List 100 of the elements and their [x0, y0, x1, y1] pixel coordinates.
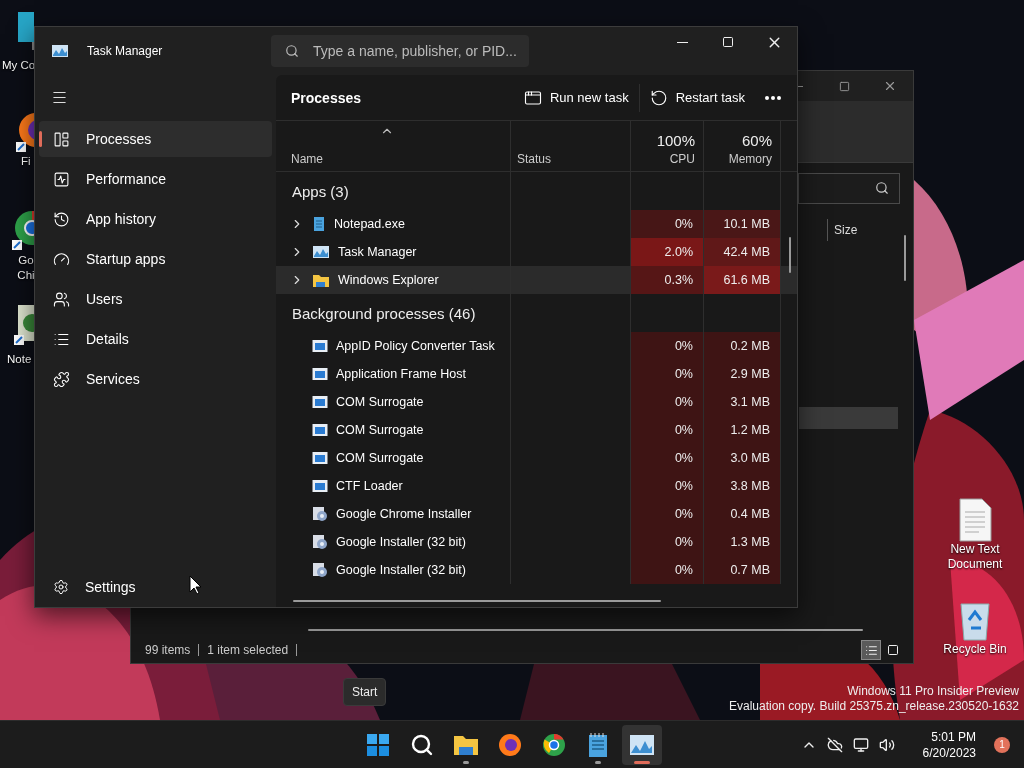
scrollbar-thumb[interactable] — [293, 600, 661, 602]
settings-item[interactable]: Settings — [39, 569, 272, 605]
status-text: 99 items — [145, 643, 191, 657]
nav-item[interactable]: Startup apps — [39, 241, 272, 277]
cpu-cell: 0% — [630, 500, 703, 528]
list-icon — [864, 643, 878, 657]
desktop-icon-label[interactable]: Note — [7, 352, 32, 367]
column-header[interactable]: Status — [517, 152, 552, 166]
process-row[interactable]: Google Installer (32 bit) 0% 1.3 MB — [276, 528, 797, 556]
column-header[interactable]: CPU — [669, 152, 695, 166]
process-name: Google Installer (32 bit) — [336, 563, 466, 577]
cpu-cell: 0% — [630, 444, 703, 472]
nav-item[interactable]: Details — [39, 321, 272, 357]
gauge-icon — [53, 250, 70, 268]
installer-icon — [312, 534, 328, 550]
process-row[interactable]: COM Surrogate 0% 1.2 MB — [276, 416, 797, 444]
volume-icon[interactable] — [878, 736, 895, 753]
document-icon — [957, 498, 993, 542]
page-title: Processes — [291, 89, 362, 106]
process-name: COM Surrogate — [336, 451, 424, 465]
windows-logo-icon — [366, 732, 390, 757]
run-task-button[interactable]: Run new task — [513, 82, 639, 113]
process-name: COM Surrogate — [336, 423, 424, 437]
process-row[interactable]: Windows Explorer 0.3% 61.6 MB — [276, 266, 797, 294]
square-icon — [887, 644, 899, 656]
nav-item[interactable]: App history — [39, 201, 272, 237]
chart-window-icon — [312, 245, 330, 259]
desktop-icon-label[interactable]: Recycle Bin — [943, 642, 1007, 657]
column-header[interactable]: Size — [827, 219, 858, 241]
nav-item[interactable]: Users — [39, 281, 272, 317]
cpu-cell: 0% — [630, 416, 703, 444]
memory-cell: 3.8 MB — [703, 472, 780, 500]
details-view-button[interactable] — [861, 640, 881, 660]
clock[interactable]: 5:01 PM 6/20/2023 — [922, 728, 976, 761]
process-name: Google Installer (32 bit) — [336, 535, 466, 549]
scrollbar-thumb[interactable] — [308, 629, 863, 631]
process-row[interactable]: CTF Loader 0% 3.8 MB — [276, 472, 797, 500]
app-window-icon — [312, 479, 328, 493]
column-header[interactable]: Name — [291, 152, 323, 166]
search-icon — [410, 732, 434, 757]
mouse-pointer-icon — [189, 575, 201, 595]
desktop-icon-label[interactable]: Fi — [21, 154, 31, 169]
process-name: Task Manager — [338, 245, 417, 259]
installer-icon — [312, 506, 328, 522]
process-row[interactable]: COM Surrogate 0% 3.0 MB — [276, 444, 797, 472]
more-icon — [765, 95, 781, 100]
search-field[interactable]: Type a name, publisher, or PID... — [271, 35, 529, 67]
cpu-cell: 0% — [630, 556, 703, 584]
process-row[interactable]: Notepad.exe 0% 10.1 MB — [276, 210, 797, 238]
scrollbar-thumb[interactable] — [789, 237, 791, 273]
process-row[interactable]: COM Surrogate 0% 3.1 MB — [276, 388, 797, 416]
memory-cell: 3.1 MB — [703, 388, 780, 416]
puzzle-icon — [53, 370, 70, 388]
desktop-icon-label[interactable]: New Text Document — [935, 542, 1015, 572]
process-row[interactable]: AppID Policy Converter Task 0% 0.2 MB — [276, 332, 797, 360]
chart-window-icon — [629, 733, 655, 756]
maximize-icon — [838, 80, 850, 92]
column-total: 100% — [656, 132, 695, 149]
cpu-cell: 0% — [630, 360, 703, 388]
process-name: AppID Policy Converter Task — [336, 339, 495, 353]
restart-button[interactable]: Restart task — [639, 82, 755, 113]
search-field[interactable] — [798, 172, 900, 204]
minimize-icon — [676, 41, 688, 43]
memory-cell: 0.2 MB — [703, 332, 780, 360]
column-total: 60% — [741, 132, 772, 149]
taskbar-button[interactable] — [622, 724, 662, 765]
nav-item[interactable]: Performance — [39, 161, 272, 197]
notepad-icon — [587, 731, 609, 758]
nav-item[interactable]: Services — [39, 361, 272, 397]
cpu-cell: 2.0% — [630, 238, 703, 266]
memory-cell: 3.0 MB — [703, 444, 780, 472]
search-icon — [875, 181, 889, 195]
cloud-off-icon[interactable] — [826, 736, 843, 753]
pulse-icon — [53, 170, 70, 188]
desktop-icon-label[interactable]: Go Chi — [15, 253, 37, 283]
settings-icon — [53, 579, 69, 595]
memory-cell: 1.2 MB — [703, 416, 780, 444]
memory-cell: 1.3 MB — [703, 528, 780, 556]
users-icon — [53, 290, 70, 308]
nav-item[interactable]: Processes — [39, 121, 272, 157]
process-row[interactable]: Google Installer (32 bit) 0% 0.7 MB — [276, 556, 797, 584]
grid-icon — [53, 130, 70, 148]
tooltip: Start — [343, 678, 387, 706]
cpu-cell: 0% — [630, 472, 703, 500]
window-title: Task Manager — [87, 44, 163, 58]
scrollbar-thumb[interactable] — [904, 235, 906, 281]
process-row[interactable]: Google Chrome Installer 0% 0.4 MB — [276, 500, 797, 528]
process-row[interactable]: Application Frame Host 0% 2.9 MB — [276, 360, 797, 388]
folder-icon — [312, 272, 330, 288]
app-window-icon — [312, 367, 328, 381]
app-window-icon — [312, 423, 328, 437]
cpu-cell: 0% — [630, 332, 703, 360]
chart-window-icon — [51, 44, 69, 58]
column-header[interactable]: Memory — [728, 152, 772, 166]
browser-icon — [541, 731, 567, 758]
cpu-cell: 0% — [630, 528, 703, 556]
process-name: Application Frame Host — [336, 367, 466, 381]
network-icon[interactable] — [852, 736, 869, 753]
app-window-icon — [312, 395, 328, 409]
monitor-icon[interactable] — [18, 12, 34, 52]
